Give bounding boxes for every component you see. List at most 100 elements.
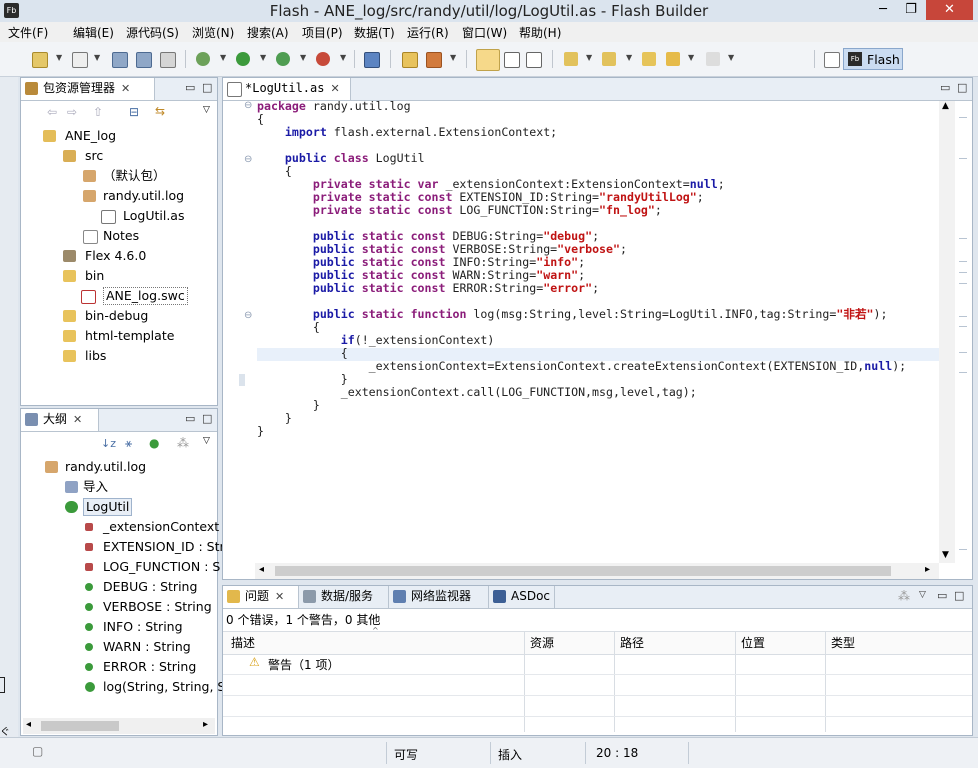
- scroll-right-icon[interactable]: ▸: [203, 719, 208, 730]
- column-location[interactable]: 位置: [741, 633, 765, 653]
- tab-logutil-as[interactable]: *LogUtil.as ✕: [223, 78, 351, 100]
- chevron-down-icon[interactable]: ▼: [728, 53, 734, 62]
- close-icon[interactable]: ✕: [275, 590, 284, 603]
- print-icon[interactable]: [160, 52, 176, 68]
- menu-data[interactable]: 数据(T): [354, 24, 395, 41]
- scroll-left-icon[interactable]: ◂: [26, 719, 31, 730]
- column-type[interactable]: 类型: [831, 633, 855, 653]
- maximize-view-icon[interactable]: □: [202, 81, 212, 94]
- view-menu-icon[interactable]: ▽: [203, 436, 210, 446]
- fold-icon[interactable]: ⊖: [244, 310, 252, 321]
- tab-data-services[interactable]: 数据/服务: [299, 586, 389, 608]
- back-icon[interactable]: ⇦: [47, 105, 57, 119]
- debug-icon[interactable]: [196, 52, 210, 66]
- link-editor-icon[interactable]: ⇆: [155, 104, 165, 118]
- chevron-down-icon[interactable]: ▼: [450, 53, 456, 62]
- column-resource[interactable]: 资源: [530, 633, 554, 653]
- maximize-view-icon[interactable]: □: [202, 412, 212, 425]
- next-annotation-icon[interactable]: [564, 52, 578, 66]
- last-edit-icon[interactable]: [642, 52, 656, 66]
- column-path[interactable]: 路径: [620, 633, 644, 653]
- code-line[interactable]: package randy.util.log: [257, 100, 411, 113]
- minimize-button[interactable]: ─: [870, 0, 896, 20]
- menu-search[interactable]: 搜索(A): [247, 24, 289, 41]
- code-line[interactable]: private static const LOG_FUNCTION:String…: [257, 204, 662, 217]
- menu-file[interactable]: 文件(F): [8, 24, 48, 41]
- scrollbar-thumb[interactable]: [275, 566, 891, 576]
- back-arrow-icon[interactable]: [666, 52, 680, 66]
- tab-package-explorer[interactable]: 包资源管理器 ✕: [21, 78, 155, 100]
- hide-static-icon[interactable]: ●: [149, 436, 159, 450]
- chevron-down-icon[interactable]: ▼: [340, 53, 346, 62]
- menu-run[interactable]: 运行(R): [407, 24, 449, 41]
- chevron-down-icon[interactable]: ▼: [56, 53, 62, 62]
- chevron-down-icon[interactable]: ▼: [94, 53, 100, 62]
- tab-network-monitor[interactable]: 网络监视器: [389, 586, 489, 608]
- close-icon[interactable]: ✕: [121, 82, 130, 95]
- table-row[interactable]: ⚠ 警告（1 项）: [223, 654, 972, 675]
- scroll-up-icon[interactable]: ▲: [942, 101, 949, 111]
- save-icon[interactable]: [112, 52, 128, 68]
- code-line[interactable]: public static const ERROR:String="error"…: [257, 282, 599, 295]
- open-perspective-icon[interactable]: [824, 52, 840, 68]
- forward-icon[interactable]: ⇨: [67, 105, 77, 119]
- scroll-right-icon[interactable]: ▸: [925, 564, 930, 575]
- menu-project[interactable]: 项目(P): [302, 24, 343, 41]
- menu-help[interactable]: 帮助(H): [519, 24, 561, 41]
- up-icon[interactable]: ⇧: [93, 105, 103, 119]
- code-line[interactable]: _extensionContext.call(LOG_FUNCTION,msg,…: [257, 386, 697, 399]
- chevron-down-icon[interactable]: ▼: [586, 53, 592, 62]
- external-tools-icon[interactable]: [316, 52, 330, 66]
- scroll-down-icon[interactable]: ▼: [942, 550, 949, 560]
- scroll-left-icon[interactable]: ◂: [259, 564, 264, 575]
- code-line[interactable]: public static function log(msg:String,le…: [257, 308, 888, 321]
- minimize-view-icon[interactable]: ▭: [185, 81, 195, 94]
- new-icon[interactable]: [32, 52, 48, 68]
- sort-icon[interactable]: ↓z: [101, 437, 116, 450]
- profile-icon[interactable]: [276, 52, 290, 66]
- tab-asdoc[interactable]: ASDoc: [489, 586, 555, 608]
- fast-view-icon[interactable]: ▢: [32, 744, 43, 758]
- chevron-down-icon[interactable]: ▼: [688, 53, 694, 62]
- filter-icon[interactable]: ⁂: [898, 589, 910, 603]
- fold-icon[interactable]: ⊖: [244, 154, 252, 165]
- export-release-icon[interactable]: [364, 52, 380, 68]
- chevron-down-icon[interactable]: ▼: [300, 53, 306, 62]
- menu-edit[interactable]: 编辑(E): [73, 24, 114, 41]
- scrollbar-thumb[interactable]: [41, 721, 119, 731]
- minimize-view-icon[interactable]: ▭: [185, 412, 195, 425]
- menu-window[interactable]: 窗口(W): [462, 24, 507, 41]
- run-icon[interactable]: [236, 52, 250, 66]
- minimize-view-icon[interactable]: ▭: [937, 589, 947, 602]
- column-description[interactable]: 描述: [231, 633, 255, 653]
- view-menu-icon[interactable]: ▽: [203, 105, 210, 115]
- new-file-icon[interactable]: [72, 52, 88, 68]
- maximize-view-icon[interactable]: □: [954, 589, 964, 602]
- open-type-icon[interactable]: [426, 52, 442, 68]
- view-menu-icon[interactable]: ▽: [919, 590, 926, 600]
- vertical-scrollbar[interactable]: ▲ ▼: [939, 101, 955, 563]
- filter-icon[interactable]: ⁂: [177, 436, 189, 450]
- minimize-view-icon[interactable]: ▭: [940, 81, 950, 94]
- tab-problems[interactable]: 问题 ✕: [223, 586, 299, 608]
- menu-source[interactable]: 源代码(S): [126, 24, 179, 41]
- code-line[interactable]: import flash.external.ExtensionContext;: [257, 126, 557, 139]
- horizontal-scrollbar[interactable]: ◂ ▸: [23, 718, 215, 734]
- perspective-flash-button[interactable]: Fb Flash: [843, 48, 903, 70]
- close-button[interactable]: ✕: [926, 0, 973, 20]
- horizontal-scrollbar[interactable]: ◂ ▸: [255, 563, 939, 579]
- maximize-view-icon[interactable]: □: [957, 81, 967, 94]
- close-icon[interactable]: ✕: [73, 413, 82, 426]
- chevron-down-icon[interactable]: ▼: [220, 53, 226, 62]
- code-line[interactable]: _extensionContext=ExtensionContext.creat…: [257, 360, 906, 373]
- block-selection-icon[interactable]: [504, 52, 520, 68]
- fold-icon[interactable]: ⊖: [244, 100, 252, 111]
- menu-navigate[interactable]: 浏览(N): [192, 24, 234, 41]
- chevron-down-icon[interactable]: ▼: [260, 53, 266, 62]
- restore-button[interactable]: ❐: [898, 0, 924, 20]
- close-icon[interactable]: ✕: [330, 82, 339, 95]
- mark-occurrences-icon[interactable]: [476, 49, 500, 71]
- tab-outline[interactable]: 大纲 ✕: [21, 409, 99, 431]
- open-folder-icon[interactable]: [402, 52, 418, 68]
- collapse-all-icon[interactable]: ⊟: [129, 105, 139, 119]
